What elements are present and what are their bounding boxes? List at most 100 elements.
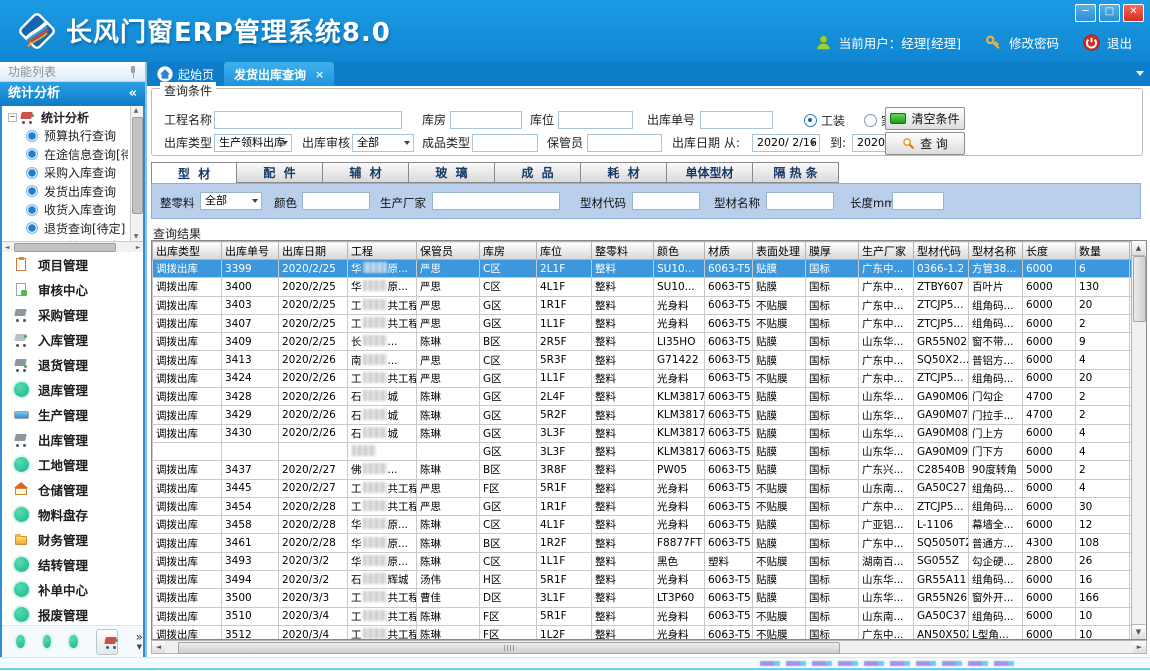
table-row[interactable]: G区3L3F整料KLM38176063-T5贴膜国标山东华...GA90M09.… [153, 442, 1148, 460]
table-row[interactable]: 调拨出库34542020/2/28工共工程严思G区1R1F整料光身料6063-T… [153, 497, 1148, 515]
column-header-整零料[interactable]: 整零料 [592, 242, 654, 260]
sidebar-item-补单中心[interactable]: 补单中心 [2, 577, 143, 602]
table-row[interactable]: 调拨出库35122020/3/4工共工程陈琳F区1L2F整料光身料6063-T5… [153, 625, 1148, 640]
column-header-出库单号[interactable]: 出库单号 [222, 242, 279, 260]
tree-item-采购入库查询[interactable]: 采购入库查询 [2, 164, 128, 183]
sidebar-item-入库管理[interactable]: 入库管理 [2, 327, 143, 352]
sidebar-item-工地管理[interactable]: 工地管理 [2, 452, 143, 477]
table-row[interactable]: 调拨出库34032020/2/25工共工程严思G区1R1F整料光身料6063-T… [153, 296, 1148, 314]
tree-item-收货入库查询[interactable]: 收货入库查询 [2, 201, 128, 220]
warehouse-input[interactable] [450, 111, 522, 129]
column-header-数量[interactable]: 数量 [1076, 242, 1130, 260]
project-name-input[interactable] [214, 111, 402, 129]
tree-horizontal-scrollbar[interactable]: ◄ ► [2, 241, 143, 252]
collapse-icon[interactable]: « [129, 82, 137, 106]
product-type-input[interactable] [472, 134, 538, 152]
sidebar-item-物料盘存[interactable]: 物料盘存 [2, 502, 143, 527]
quick-module-icon[interactable] [16, 635, 25, 648]
quick-module-icon[interactable] [43, 635, 52, 648]
keeper-input[interactable] [587, 134, 662, 152]
scroll-down-icon[interactable]: ▼ [1132, 624, 1145, 639]
sidebar-item-仓储管理[interactable]: 仓储管理 [2, 477, 143, 502]
scroll-left-icon[interactable]: ◄ [152, 641, 165, 653]
table-row[interactable]: 调拨出库34372020/2/27佛...陈琳B区3R8F整料PW056063-… [153, 461, 1148, 479]
maker-input[interactable] [432, 192, 560, 210]
column-header-型材代码[interactable]: 型材代码 [914, 242, 969, 260]
column-header-膜厚[interactable]: 膜厚 [806, 242, 859, 260]
search-button[interactable]: 查 询 [885, 132, 965, 155]
table-row[interactable]: 调拨出库34932020/3/2华原...陈琳C区1L1F整料黑色塑料不贴膜国标… [153, 552, 1148, 570]
material-tab-型材[interactable]: 型 材 [151, 162, 237, 184]
column-header-库房[interactable]: 库房 [480, 242, 537, 260]
tree-expander-icon[interactable] [8, 113, 17, 122]
length-input[interactable] [892, 192, 944, 210]
table-row[interactable]: 调拨出库35002020/3/3工共工程曹佳D区3L1F整料LT3P606063… [153, 589, 1148, 607]
sidebar-item-出库管理[interactable]: 出库管理 [2, 427, 143, 452]
sidebar-item-财务管理[interactable]: 财务管理 [2, 527, 143, 552]
table-row[interactable]: 调拨出库34002020/2/25华原...严思C区4L1F整料SU10...6… [153, 278, 1148, 296]
sidebar-item-报废管理[interactable]: 报废管理 [2, 602, 143, 627]
code-input[interactable] [632, 192, 700, 210]
table-row[interactable]: 调拨出库34282020/2/26石城陈琳G区2L4F整料KLM38176063… [153, 388, 1148, 406]
date-from-select[interactable]: 2020/ 2/16 [752, 134, 820, 152]
material-tab-配件[interactable]: 配 件 [237, 162, 323, 183]
maximize-button[interactable]: □ [1099, 4, 1120, 22]
table-row[interactable]: 调拨出库34942020/3/2石辉城汤伟H区5R1F整料光身料6063-T5贴… [153, 571, 1148, 589]
cart-module-button[interactable] [96, 629, 118, 655]
tab-list-dropdown-icon[interactable] [1136, 71, 1144, 76]
quick-module-icon[interactable] [69, 635, 78, 648]
horizontal-scroll-thumb[interactable] [178, 642, 840, 654]
table-row[interactable]: 调拨出库34292020/2/26石城陈琳G区5R2F整料KLM38176063… [153, 406, 1148, 424]
sidebar-section-header[interactable]: 统计分析 « [0, 82, 145, 106]
table-row[interactable]: 调拨出库34452020/2/27工共工程严思F区5R1F整料光身料6063-T… [153, 479, 1148, 497]
change-password-link[interactable]: 修改密码 [1009, 33, 1059, 52]
color-input[interactable] [302, 192, 370, 210]
material-tab-玻璃[interactable]: 玻 璃 [409, 162, 495, 183]
material-tab-辅材[interactable]: 辅 材 [323, 162, 409, 183]
column-header-型材名称[interactable]: 型材名称 [969, 242, 1023, 260]
column-header-保管员[interactable]: 保管员 [417, 242, 480, 260]
column-header-出库日期[interactable]: 出库日期 [279, 242, 348, 260]
table-horizontal-scrollbar[interactable]: ◄ ► [151, 640, 1147, 654]
radio-gongzhuang[interactable]: 工装 [804, 112, 845, 129]
table-row[interactable]: 调拨出库34242020/2/26工共工程严思G区1L1F整料光身料6063-T… [153, 369, 1148, 387]
sidebar-item-退库管理[interactable]: 退库管理 [2, 377, 143, 402]
column-header-长度[interactable]: 长度 [1023, 242, 1076, 260]
material-tab-隔热条[interactable]: 隔 热 条 [753, 162, 839, 183]
column-header-材质[interactable]: 材质 [705, 242, 753, 260]
name-input[interactable] [766, 192, 834, 210]
logout-link[interactable]: 退出 [1107, 33, 1132, 52]
more-modules-button[interactable]: »▼ [136, 632, 143, 652]
scroll-right-icon[interactable]: ► [1133, 641, 1146, 653]
table-vertical-scrollbar[interactable]: ▲ ▼ [1131, 241, 1146, 639]
table-row[interactable]: 调拨出库34072020/2/25工共工程严思G区1L1F整料光身料6063-T… [153, 314, 1148, 332]
pin-icon[interactable] [128, 66, 138, 78]
clear-conditions-button[interactable]: 清空条件 [885, 107, 965, 130]
whole-part-select[interactable]: 全部 [200, 192, 262, 210]
tree-vertical-scrollbar[interactable]: ▲ ▼ [130, 106, 143, 242]
tab-close-icon[interactable]: × [315, 68, 324, 81]
out-type-select[interactable]: 生产领料出库 [214, 134, 292, 152]
sidebar-item-退货管理[interactable]: 退货管理 [2, 352, 143, 377]
table-row[interactable]: 调拨出库34612020/2/28华原...陈琳B区1R2F整料F8877FT6… [153, 534, 1148, 552]
tree-item-在途信息查询[待[interactable]: 在途信息查询[待 [2, 145, 128, 164]
tree-root-statistics[interactable]: 统计分析 [2, 108, 128, 127]
close-button[interactable]: ✕ [1123, 4, 1144, 22]
tab-shipment-query[interactable]: 发货出库查询 × [224, 62, 334, 86]
table-row[interactable]: 调拨出库34092020/2/25长...陈琳B区2R5F整料LI35HO606… [153, 333, 1148, 351]
tree-item-发货出库查询[interactable]: 发货出库查询 [2, 182, 128, 201]
material-tab-成品[interactable]: 成 品 [495, 162, 581, 183]
column-header-出库类型[interactable]: 出库类型 [153, 242, 222, 260]
column-header-表面处理[interactable]: 表面处理 [753, 242, 806, 260]
tree-item-预算执行查询[interactable]: 预算执行查询 [2, 127, 128, 146]
table-row[interactable]: 调拨出库35102020/3/4工共工程陈琳F区5R1F整料光身料6063-T5… [153, 607, 1148, 625]
location-input[interactable] [558, 111, 633, 129]
tree-item-退货查询[待定][interactable]: 退货查询[待定] [2, 219, 128, 238]
table-row[interactable]: 调拨出库34302020/2/26石城陈琳G区3L3F整料KLM38176063… [153, 424, 1148, 442]
out-audit-select[interactable]: 全部 [352, 134, 414, 152]
column-header-生产厂家[interactable]: 生产厂家 [859, 242, 914, 260]
sidebar-item-审核中心[interactable]: 审核中心 [2, 277, 143, 302]
column-header-颜色[interactable]: 颜色 [654, 242, 705, 260]
table-row[interactable]: 调拨出库34132020/2/26南...严思C区5R3F整料G71422606… [153, 351, 1148, 369]
material-tab-耗材[interactable]: 耗 材 [581, 162, 667, 183]
